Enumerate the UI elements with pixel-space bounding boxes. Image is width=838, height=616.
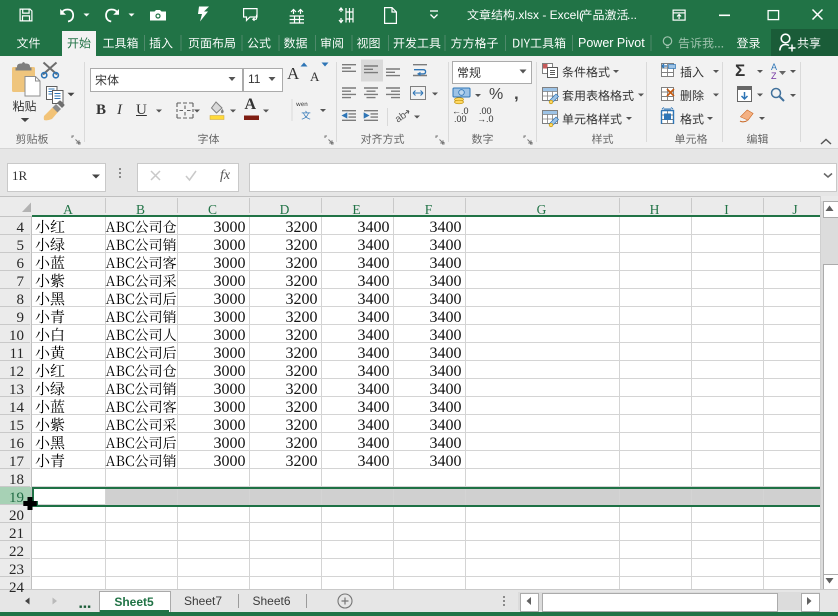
svg-text:Z: Z <box>771 71 777 81</box>
